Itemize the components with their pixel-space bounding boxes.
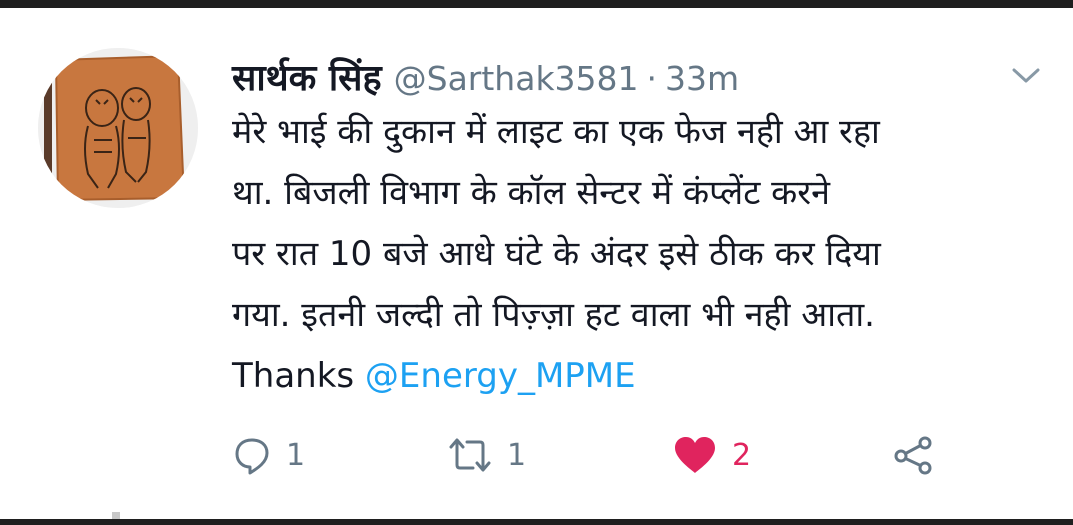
retweet-count: 1 [507,437,527,473]
avatar-image [38,48,198,208]
timestamp[interactable]: 33m [665,59,739,98]
tweet-screenshot: सार्थक सिंह @Sarthak3581 · 33m मेरे भाई … [0,0,1073,525]
tweet-text: मेरे भाई की दुकान में लाइट का एक फेज नही… [232,102,1052,407]
tweet-text-line: Thanks @Energy_MPME [232,346,1052,407]
reply-button[interactable]: 1 [232,430,305,480]
like-button[interactable]: 2 [672,430,751,480]
reply-icon [235,438,269,475]
thanks-text: Thanks [232,356,365,396]
author-handle[interactable]: @Sarthak3581 [394,59,639,98]
chevron-down-icon[interactable] [1010,64,1042,86]
tweet-header: सार्थक सिंह @Sarthak3581 · 33m [232,52,1052,102]
like-count: 2 [732,437,752,473]
tweet: सार्थक सिंह @Sarthak3581 · 33m मेरे भाई … [232,52,1052,407]
heart-icon [675,437,715,473]
separator-dot: · [646,59,658,98]
bottom-divider [0,519,1073,525]
avatar[interactable] [38,48,198,208]
author-name[interactable]: सार्थक सिंह [232,52,382,101]
reply-count: 1 [286,437,306,473]
tweet-text-line: था. बिजली विभाग के कॉल सेन्टर में कंप्ले… [232,173,831,213]
tweet-text-line: गया. इतनी जल्दी तो पिज़्ज़ा हट वाला भी न… [232,295,875,335]
mention-link[interactable]: @Energy_MPME [365,356,636,396]
share-button[interactable] [892,430,936,480]
share-icon [894,436,932,475]
retweet-icon [449,438,491,472]
retweet-button[interactable]: 1 [447,430,526,480]
tweet-text-line: पर रात 10 बजे आधे घंटे के अंदर इसे ठीक क… [232,234,881,274]
tweet-text-line: मेरे भाई की दुकान में लाइट का एक फेज नही… [232,112,880,152]
top-bar [0,0,1073,8]
divider-tick [112,512,120,519]
tweet-actions: 1 1 2 [232,430,992,480]
